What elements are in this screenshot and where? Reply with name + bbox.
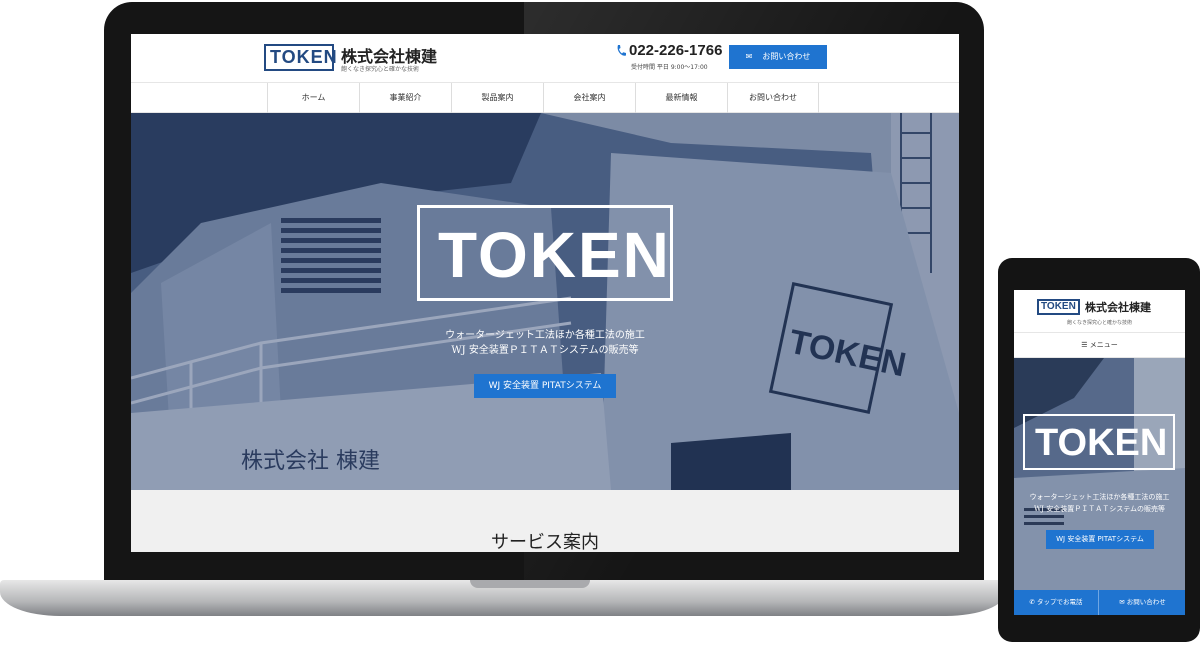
- mobile-contact-label: お問い合わせ: [1126, 598, 1166, 606]
- hamburger-icon: ☰: [1081, 341, 1090, 349]
- mobile-hero-logo: TOKEN: [1023, 414, 1175, 470]
- hero-logo-text: TOKEN: [438, 219, 671, 291]
- mobile-contact-button[interactable]: ✉ お問い合わせ: [1100, 590, 1185, 615]
- laptop-screen: TOKEN 株式会社棟建 飽くなき探究心と確かな技術 022-226-1766 …: [131, 34, 959, 552]
- nav-item-business[interactable]: 事業紹介: [359, 83, 451, 113]
- phone-icon: ✆: [1029, 598, 1037, 606]
- phone-number[interactable]: 022-226-1766: [629, 42, 722, 59]
- mobile-hero-logo-text: TOKEN: [1035, 422, 1168, 464]
- mail-icon: ✉: [1119, 598, 1127, 606]
- service-section: サービス案内: [131, 490, 959, 552]
- pitat-system-button[interactable]: WJ 安全装置 PITATシステム: [474, 374, 616, 398]
- nav-item-contact[interactable]: お問い合わせ: [727, 83, 819, 113]
- mobile-hero-text-line1: ウォータージェット工法ほか各種工法の施工: [1029, 493, 1170, 501]
- mobile-bottom-bar: ✆ タップでお電話 ✉ お問い合わせ: [1014, 590, 1185, 615]
- mobile-hero-text-line2: WJ 安全装置ＰＩＴＡＴシステムの販売等: [1033, 505, 1165, 513]
- hero-logo: TOKEN: [417, 205, 673, 301]
- laptop-notch: [470, 580, 590, 588]
- mobile-site-logo[interactable]: TOKEN: [1037, 299, 1080, 315]
- contact-button[interactable]: ✉ お問い合わせ: [729, 45, 827, 69]
- mobile-tagline: 飽くなき探究心と確かな技術: [1067, 320, 1133, 326]
- hero-text-line2: WJ 安全装置ＰＩＴＡＴシステムの販売等: [451, 345, 639, 356]
- hero-section: TOKEN 株式会社 棟建 TOKEN ウォータージェット工法ほか各種工法の施工…: [131, 113, 959, 490]
- contact-button-label: お問い合わせ: [762, 52, 811, 61]
- hero-text-line1: ウォータージェット工法ほか各種工法の施工: [445, 330, 645, 341]
- mobile-tel-button[interactable]: ✆ タップでお電話: [1014, 590, 1099, 615]
- phone-screen: TOKEN 株式会社棟建 飽くなき探究心と確かな技術 ☰ メニュー TOKEN …: [1014, 290, 1185, 615]
- mobile-company-name: 株式会社棟建: [1085, 301, 1151, 314]
- mobile-logo-text: TOKEN: [1041, 301, 1076, 312]
- mobile-hero-background-image: [1014, 358, 1185, 590]
- mobile-menu-button[interactable]: ☰ メニュー: [1014, 332, 1185, 358]
- nav-item-news[interactable]: 最新情報: [635, 83, 727, 113]
- nav-item-home[interactable]: ホーム: [267, 83, 359, 113]
- phone-icon: [617, 45, 626, 56]
- mobile-pitat-system-button[interactable]: WJ 安全装置 PITATシステム: [1046, 530, 1154, 549]
- mobile-menu-label: メニュー: [1089, 341, 1118, 349]
- mobile-hero-section: TOKEN ウォータージェット工法ほか各種工法の施工 WJ 安全装置ＰＩＴＡＴシ…: [1014, 358, 1185, 590]
- hero-overlay: [131, 113, 959, 490]
- site-logo[interactable]: TOKEN: [264, 44, 337, 71]
- mobile-tel-label: タップでお電話: [1037, 598, 1083, 606]
- mail-icon: ✉: [745, 52, 753, 61]
- tagline: 飽くなき探究心と確かな技術: [341, 66, 420, 73]
- service-title: サービス案内: [491, 532, 599, 552]
- site-header: TOKEN 株式会社棟建 飽くなき探究心と確かな技術 022-226-1766 …: [131, 34, 959, 82]
- business-hours: 受付時間 平日 9:00〜17:00: [631, 64, 708, 71]
- nav-item-company[interactable]: 会社案内: [543, 83, 635, 113]
- nav-item-products[interactable]: 製品案内: [451, 83, 543, 113]
- logo-text: TOKEN: [270, 47, 338, 67]
- main-nav: ホーム 事業紹介 製品案内 会社案内 最新情報 お問い合わせ: [131, 82, 959, 113]
